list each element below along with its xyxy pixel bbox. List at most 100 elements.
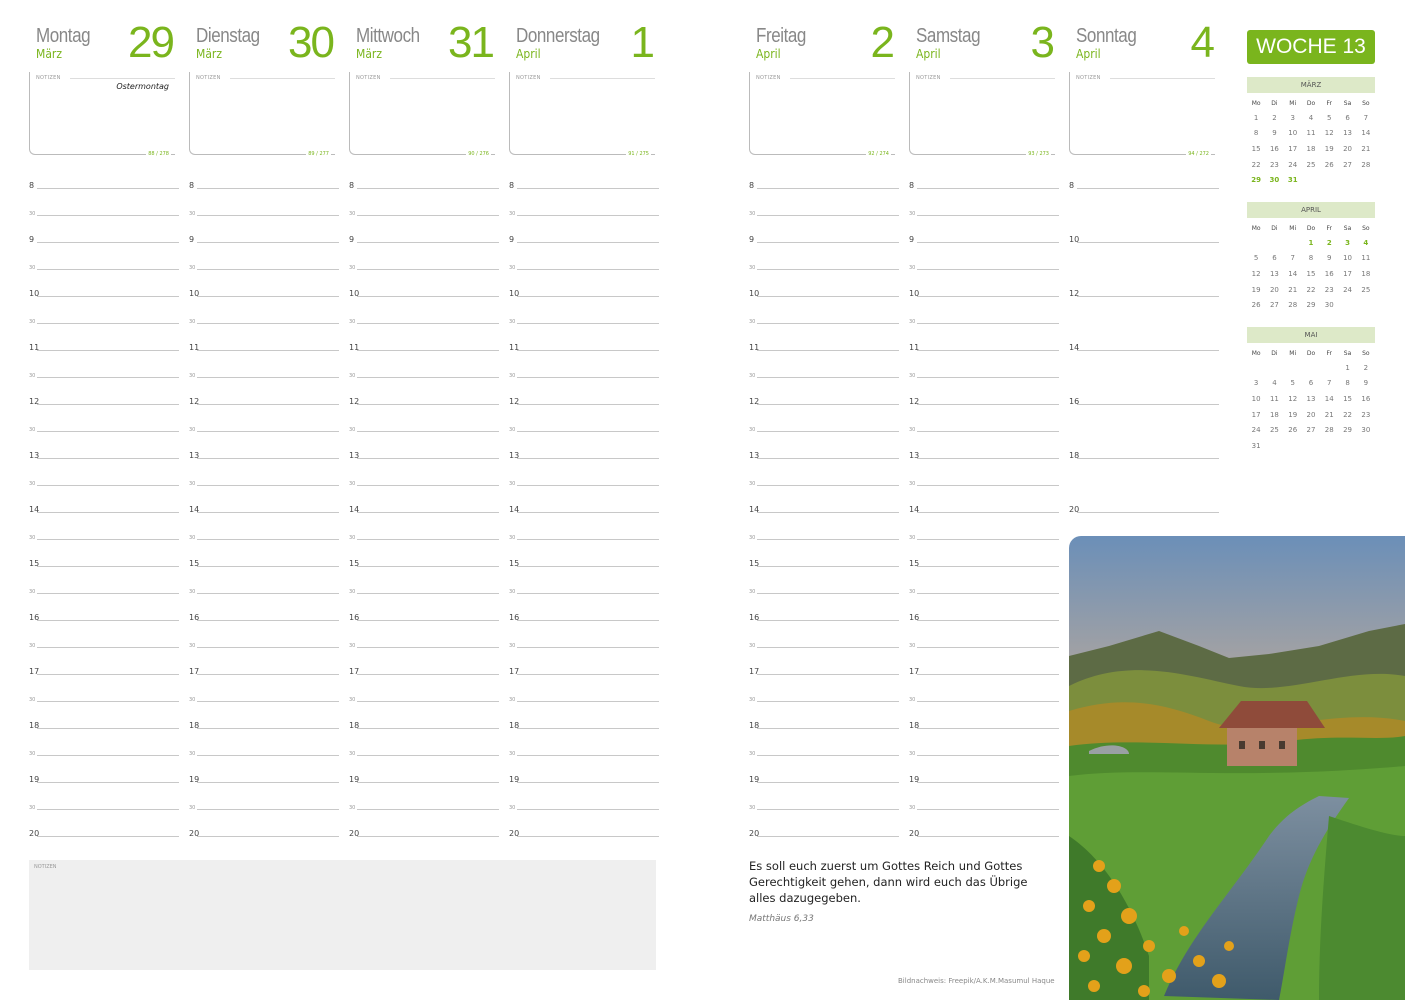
calendar-day[interactable]: 20	[1265, 282, 1283, 298]
time-slot[interactable]: 30	[909, 475, 1059, 487]
time-slot[interactable]: 10	[29, 286, 179, 298]
calendar-day[interactable]: 25	[1357, 282, 1375, 298]
time-slot[interactable]: 30	[189, 799, 339, 811]
time-slot[interactable]: 30	[509, 691, 659, 703]
time-slot[interactable]: 30	[349, 799, 499, 811]
time-slot[interactable]: 12	[749, 394, 899, 406]
time-slot[interactable]: 16	[509, 610, 659, 622]
calendar-day[interactable]: 27	[1338, 157, 1356, 173]
calendar-day[interactable]	[1320, 172, 1338, 188]
calendar-day[interactable]	[1357, 172, 1375, 188]
time-slot[interactable]: 30	[749, 313, 899, 325]
time-slot[interactable]: 30	[29, 421, 179, 433]
time-slot[interactable]: 11	[509, 340, 659, 352]
time-slot[interactable]: 12	[29, 394, 179, 406]
calendar-day[interactable]: 31	[1284, 172, 1302, 188]
time-slot[interactable]: 15	[29, 556, 179, 568]
calendar-day[interactable]: 30	[1320, 297, 1338, 313]
day-notes-box[interactable]: NOTIZEN 89 / 277	[189, 72, 335, 157]
calendar-day[interactable]: 23	[1357, 407, 1375, 423]
time-slot[interactable]: 16	[29, 610, 179, 622]
day-notes-box[interactable]: NOTIZEN 90 / 276	[349, 72, 495, 157]
time-slot[interactable]: 30	[509, 583, 659, 595]
time-slot[interactable]: 13	[909, 448, 1059, 460]
calendar-day[interactable]: 15	[1302, 266, 1320, 282]
calendar-day[interactable]	[1320, 438, 1338, 454]
calendar-day[interactable]: 10	[1247, 391, 1265, 407]
time-slot[interactable]: 30	[189, 367, 339, 379]
time-slot[interactable]: 30	[509, 313, 659, 325]
time-slot[interactable]: 8	[29, 178, 179, 190]
time-slot[interactable]: 30	[509, 637, 659, 649]
time-slot[interactable]: 19	[349, 772, 499, 784]
time-slot[interactable]: 20	[349, 826, 499, 838]
calendar-day[interactable]: 19	[1320, 141, 1338, 157]
time-slot[interactable]: 15	[509, 556, 659, 568]
time-slot[interactable]: 30	[509, 799, 659, 811]
time-slot[interactable]: 30	[509, 745, 659, 757]
calendar-day[interactable]: 26	[1247, 297, 1265, 313]
calendar-day[interactable]: 27	[1265, 297, 1283, 313]
calendar-day[interactable]: 23	[1265, 157, 1283, 173]
calendar-day[interactable]: 2	[1357, 360, 1375, 376]
time-slot[interactable]: 10	[349, 286, 499, 298]
calendar-day[interactable]	[1357, 297, 1375, 313]
time-slot[interactable]: 30	[189, 529, 339, 541]
calendar-day[interactable]: 25	[1265, 422, 1283, 438]
calendar-day[interactable]	[1265, 438, 1283, 454]
calendar-day[interactable]	[1302, 438, 1320, 454]
calendar-day[interactable]: 3	[1247, 376, 1265, 392]
time-slot[interactable]: 18	[909, 718, 1059, 730]
calendar-day[interactable]	[1338, 438, 1356, 454]
time-slot[interactable]: 12	[349, 394, 499, 406]
day-notes-box[interactable]: NOTIZEN 91 / 275	[509, 72, 655, 157]
time-slot[interactable]: 13	[189, 448, 339, 460]
time-slot[interactable]: 30	[749, 799, 899, 811]
calendar-day[interactable]: 13	[1302, 391, 1320, 407]
calendar-day[interactable]: 5	[1320, 110, 1338, 126]
time-slot[interactable]: 30	[749, 205, 899, 217]
time-slot[interactable]: 30	[189, 745, 339, 757]
time-slot[interactable]: 9	[749, 232, 899, 244]
calendar-day[interactable]: 6	[1302, 376, 1320, 392]
time-slot[interactable]: 14	[189, 502, 339, 514]
calendar-day[interactable]: 5	[1284, 376, 1302, 392]
calendar-day[interactable]: 11	[1302, 126, 1320, 142]
time-slot[interactable]: 30	[749, 745, 899, 757]
time-slot[interactable]: 30	[189, 637, 339, 649]
time-slot[interactable]: 8	[509, 178, 659, 190]
calendar-day[interactable]: 5	[1247, 251, 1265, 267]
calendar-day[interactable]: 12	[1320, 126, 1338, 142]
time-slot[interactable]: 19	[909, 772, 1059, 784]
time-slot[interactable]: 30	[349, 313, 499, 325]
calendar-day[interactable]: 26	[1320, 157, 1338, 173]
time-slot[interactable]: 30	[349, 529, 499, 541]
calendar-day[interactable]: 23	[1320, 282, 1338, 298]
time-slot[interactable]: 18	[349, 718, 499, 730]
time-slot[interactable]: 30	[29, 259, 179, 271]
time-slot[interactable]: 17	[349, 664, 499, 676]
time-slot[interactable]: 30	[749, 529, 899, 541]
calendar-day[interactable]: 4	[1265, 376, 1283, 392]
calendar-day[interactable]: 12	[1247, 266, 1265, 282]
calendar-day[interactable]: 25	[1302, 157, 1320, 173]
time-slot[interactable]: 30	[909, 691, 1059, 703]
time-slot[interactable]: 9	[509, 232, 659, 244]
calendar-day[interactable]: 29	[1247, 172, 1265, 188]
time-slot[interactable]: 30	[909, 529, 1059, 541]
calendar-day[interactable]: 20	[1338, 141, 1356, 157]
calendar-day[interactable]	[1265, 360, 1283, 376]
time-slot[interactable]: 30	[29, 475, 179, 487]
time-slot[interactable]: 30	[349, 475, 499, 487]
calendar-day[interactable]: 24	[1338, 282, 1356, 298]
time-slot[interactable]: 12	[509, 394, 659, 406]
time-slot[interactable]: 19	[509, 772, 659, 784]
calendar-day[interactable]: 16	[1265, 141, 1283, 157]
calendar-day[interactable]: 10	[1338, 251, 1356, 267]
calendar-day[interactable]	[1284, 360, 1302, 376]
time-slot[interactable]: 30	[509, 421, 659, 433]
calendar-day[interactable]: 13	[1338, 126, 1356, 142]
time-slot[interactable]: 18	[29, 718, 179, 730]
calendar-day[interactable]: 22	[1302, 282, 1320, 298]
time-slot[interactable]: 30	[749, 691, 899, 703]
